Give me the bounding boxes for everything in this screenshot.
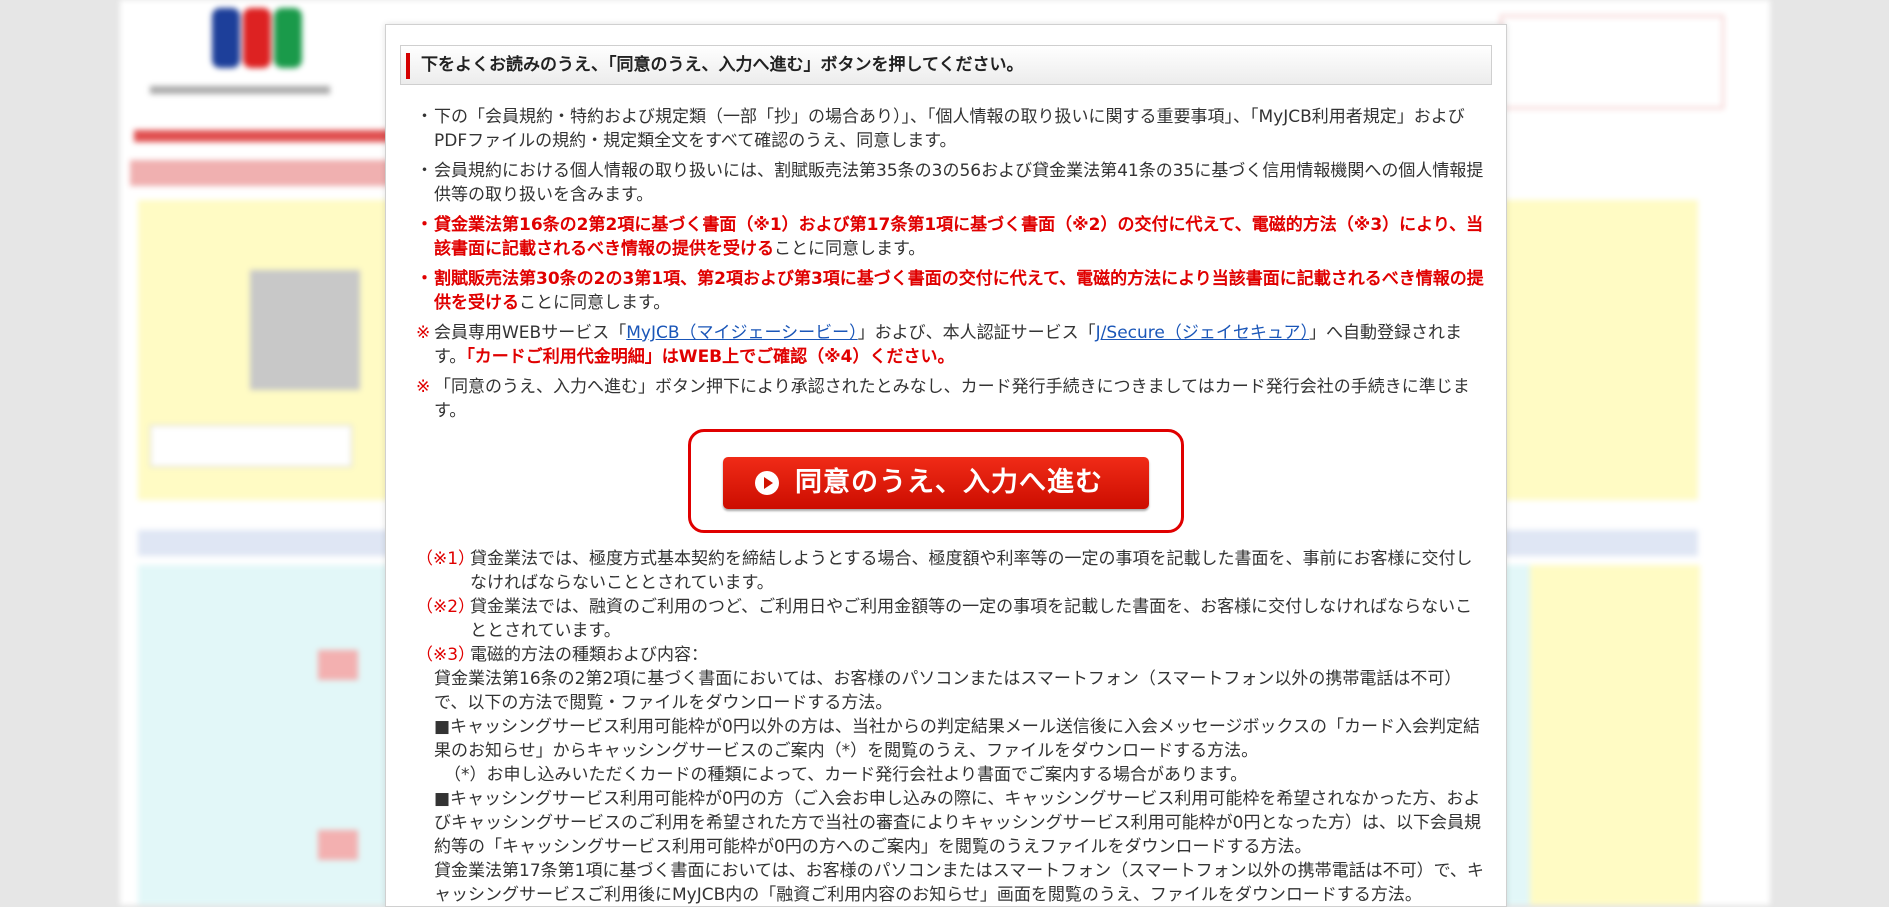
jcb-logo bbox=[212, 8, 302, 68]
consent-item: ・ 割賦販売法第30条の2の3第1項、第2項および第3項に基づく書面の交付に代え… bbox=[416, 267, 1486, 315]
footnote-3: （※3） 電磁的方法の種類および内容： bbox=[416, 643, 1486, 667]
background-input bbox=[150, 425, 352, 467]
note-mark: ※ bbox=[416, 377, 431, 397]
footnote-1: （※1） 貸金業法では、極度方式基本契約を締結しようとする場合、極度額や利率等の… bbox=[416, 547, 1486, 595]
agree-button-label: 同意のうえ、入力へ進む bbox=[795, 467, 1103, 498]
consent-item-text: ことに同意します。 bbox=[519, 293, 671, 313]
footnote-text: 貸金業法では、融資のご利用のつど、ご利用日やご利用金額等の一定の事項を記載した書… bbox=[470, 597, 1473, 641]
background-info-box bbox=[1500, 15, 1724, 109]
modal-content: ・ 下の「会員規約・特約および規定類（一部「抄」の場合あり）」、「個人情報の取り… bbox=[416, 105, 1486, 907]
consent-item: ・ 貸金業法第16条の2第2項に基づく書面（※1）および第17条第1項に基づく書… bbox=[416, 213, 1486, 261]
myjcb-link[interactable]: MyJCB（マイジェーシービー） bbox=[626, 323, 857, 343]
background-card-image bbox=[250, 270, 360, 390]
header-accent-bar bbox=[406, 53, 410, 79]
jsecure-link[interactable]: J/Secure（ジェイセキュア） bbox=[1096, 323, 1309, 343]
play-circle-icon bbox=[755, 471, 779, 495]
note-text: 「同意のうえ、入力へ進む」ボタン押下により承認されたとみなし、カード発行手続きに… bbox=[434, 377, 1470, 421]
background-side-panel bbox=[1530, 565, 1700, 905]
note-text: 会員専用WEBサービス「 bbox=[434, 323, 627, 343]
consent-item-text: ことに同意します。 bbox=[774, 239, 926, 259]
auto-registration-note: ※ 会員専用WEBサービス「MyJCB（マイジェーシービー）」および、本人認証サ… bbox=[416, 321, 1486, 369]
footnote-3-detail: （*）お申し込みいただくカードの種類によって、カード発行会社より書面でご案内する… bbox=[444, 765, 1248, 785]
approval-note: ※ 「同意のうえ、入力へ進む」ボタン押下により承認されたとみなし、カード発行手続… bbox=[416, 375, 1486, 423]
background-required-badge bbox=[318, 830, 358, 860]
footnote-3-detail: 貸金業法第17条第1項に基づく書面においては、お客様のパソコンまたはスマートフォ… bbox=[434, 861, 1484, 905]
statement-web-note: 「カードご利用代金明細」はWEB上でご確認（※4）ください。 bbox=[466, 347, 955, 367]
footnote-mark: （※3） bbox=[416, 645, 476, 665]
footnote-mark: （※2） bbox=[416, 597, 476, 617]
footnote-2: （※2） 貸金業法では、融資のご利用のつど、ご利用日やご利用金額等の一定の事項を… bbox=[416, 595, 1486, 643]
footnote-3-detail: ■キャッシングサービス利用可能枠が0円の方（ご入会お申し込みの際に、キャッシング… bbox=[434, 789, 1481, 857]
background-subtitle bbox=[150, 86, 330, 94]
footnote-3-detail: ■キャッシングサービス利用可能枠が0円以外の方は、当社からの判定結果メール送信後… bbox=[434, 717, 1481, 761]
bullet-mark: ・ bbox=[416, 215, 433, 235]
bullet-mark: ・ bbox=[416, 161, 433, 181]
footnote-mark: （※1） bbox=[416, 549, 476, 569]
consent-item-text: 下の「会員規約・特約および規定類（一部「抄」の場合あり）」、「個人情報の取り扱い… bbox=[434, 107, 1465, 151]
footnote-text: 電磁的方法の種類および内容： bbox=[470, 645, 708, 665]
bullet-mark: ・ bbox=[416, 269, 433, 289]
modal-header: 下をよくお読みのうえ、「同意のうえ、入力へ進む」ボタンを押してください。 bbox=[400, 45, 1492, 85]
agree-and-proceed-button[interactable]: 同意のうえ、入力へ進む bbox=[723, 457, 1149, 509]
note-text: 」および、本人認証サービス「 bbox=[857, 323, 1096, 343]
consent-item-bold-text: 貸金業法第16条の2第2項に基づく書面（※1）および第17条第1項に基づく書面（… bbox=[434, 215, 1484, 259]
consent-item: ・ 会員規約における個人情報の取り扱いには、割賦販売法第35条の3の56および貸… bbox=[416, 159, 1486, 207]
footnote-text: 貸金業法では、極度方式基本契約を締結しようとする場合、極度額や利率等の一定の事項… bbox=[470, 549, 1473, 593]
cta-highlight-frame: 同意のうえ、入力へ進む bbox=[688, 429, 1184, 533]
footnote-3-detail: 貸金業法第16条の2第2項に基づく書面においては、お客様のパソコンまたはスマート… bbox=[434, 669, 1462, 713]
consent-modal: 下をよくお読みのうえ、「同意のうえ、入力へ進む」ボタンを押してください。 ・ 下… bbox=[385, 24, 1507, 907]
modal-title: 下をよくお読みのうえ、「同意のうえ、入力へ進む」ボタンを押してください。 bbox=[421, 55, 1024, 75]
note-mark: ※ bbox=[416, 323, 431, 343]
consent-item-text: 会員規約における個人情報の取り扱いには、割賦販売法第35条の3の56および貸金業… bbox=[434, 161, 1484, 205]
background-required-badge bbox=[318, 650, 358, 680]
consent-item: ・ 下の「会員規約・特約および規定類（一部「抄」の場合あり）」、「個人情報の取り… bbox=[416, 105, 1486, 153]
background-red-text bbox=[134, 130, 394, 142]
bullet-mark: ・ bbox=[416, 107, 433, 127]
